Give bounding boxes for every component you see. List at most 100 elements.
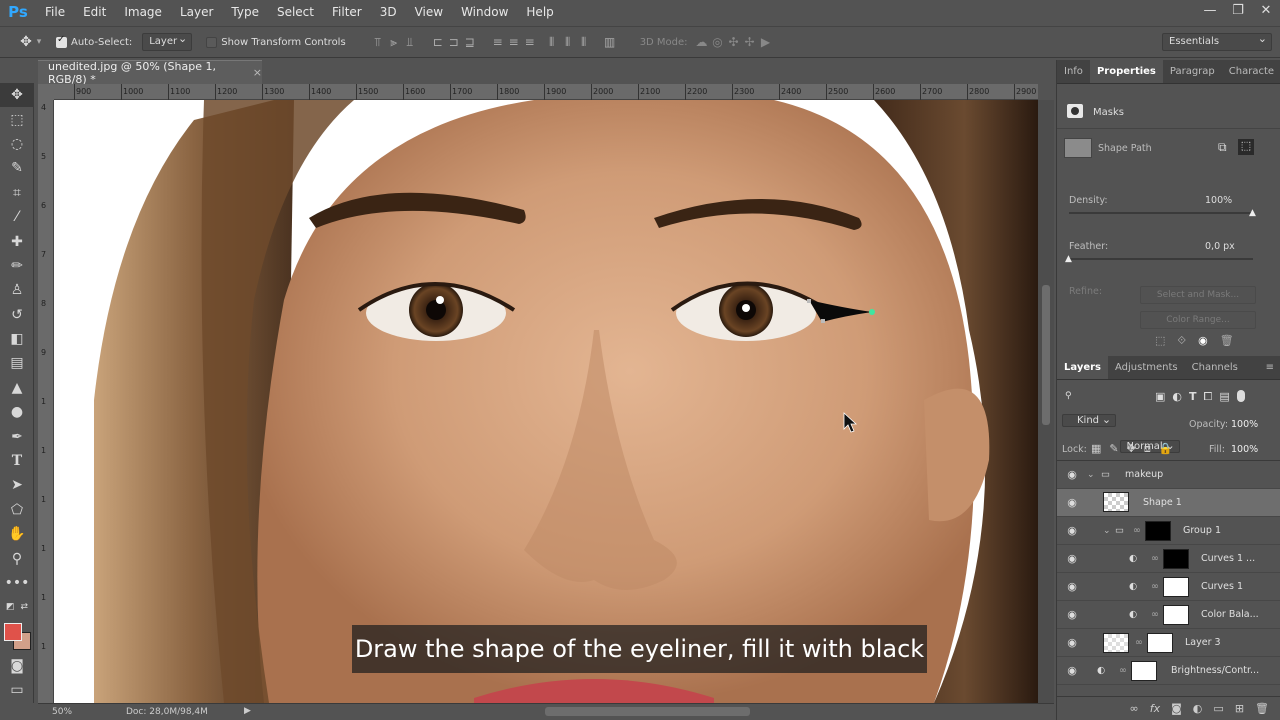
layer-visibility-icon[interactable]: ◉ [1065, 524, 1079, 537]
delete-mask-icon[interactable]: 🗑 [1220, 334, 1234, 348]
link-icon[interactable]: ∞ [1133, 525, 1141, 536]
layer-visibility-icon[interactable]: ◉ [1065, 552, 1079, 565]
close-tab-icon[interactable]: × [253, 66, 262, 79]
3d-camera-icon[interactable]: ▶ [758, 35, 774, 49]
filter-adjustment-icon[interactable]: ◐ [1172, 390, 1182, 404]
3d-pan-icon[interactable]: ✣ [726, 35, 742, 49]
menu-layer[interactable]: Layer [171, 0, 222, 24]
tab-adjustments[interactable]: Adjustments [1108, 356, 1185, 379]
density-slider-handle[interactable]: ▲ [1249, 208, 1256, 218]
document-canvas[interactable] [54, 100, 1038, 703]
group-expand-icon[interactable]: ⌄ [1103, 526, 1111, 536]
new-group-icon[interactable]: ▭ [1213, 702, 1223, 715]
auto-select-checkbox[interactable] [56, 34, 67, 48]
filter-pixel-icon[interactable]: ▣ [1155, 390, 1165, 404]
minimize-button[interactable]: — [1196, 0, 1224, 24]
feather-value[interactable]: 0,0 px [1205, 241, 1235, 252]
layer-mask-thumbnail[interactable] [1145, 521, 1171, 541]
layer-row-brightness-contrast[interactable]: ◉ ◐ ∞ Brightness/Contr... [1057, 657, 1280, 685]
healing-brush-tool-icon[interactable]: ✚ [0, 229, 34, 253]
tool-preset-chevron-icon[interactable]: ▾ [34, 35, 44, 49]
add-pixel-mask-icon[interactable]: ⧉ [1218, 140, 1227, 155]
mask-visibility-icon[interactable]: ◉ [1198, 334, 1208, 348]
layer-visibility-icon[interactable]: ◉ [1065, 608, 1079, 621]
zoom-level[interactable]: 50% [52, 707, 72, 717]
menu-help[interactable]: Help [517, 0, 562, 24]
auto-select-dropdown[interactable]: Layer [142, 31, 193, 51]
align-right-icon[interactable]: ⊒ [462, 35, 478, 49]
shape-tool-icon[interactable]: ⬠ [0, 498, 34, 522]
3d-slide-icon[interactable]: ✢ [742, 35, 758, 49]
quick-select-tool-icon[interactable]: ✎ [0, 156, 34, 180]
history-brush-tool-icon[interactable]: ↺ [0, 303, 34, 327]
hand-tool-icon[interactable]: ✋ [0, 522, 34, 546]
document-tab[interactable]: unedited.jpg @ 50% (Shape 1, RGB/8) * × [38, 60, 262, 86]
layer-mask-thumbnail[interactable] [1147, 633, 1173, 653]
density-slider-track[interactable] [1069, 212, 1253, 214]
menu-3d[interactable]: 3D [371, 0, 406, 24]
ruler-origin[interactable] [38, 84, 54, 100]
dodge-tool-icon[interactable]: ● [0, 400, 34, 424]
swap-colors-icon[interactable]: ◩ ⇄ [0, 595, 34, 619]
layer-row-color-balance[interactable]: ◉ ◐ ∞ Color Bala... [1057, 601, 1280, 629]
lock-all-icon[interactable]: 🔒 [1159, 442, 1173, 456]
lock-transparency-icon[interactable]: ▦ [1091, 442, 1101, 456]
eraser-tool-icon[interactable]: ◧ [0, 327, 34, 351]
filter-shape-icon[interactable]: ⧠ [1204, 390, 1213, 404]
filter-smart-object-icon[interactable]: ▤ [1219, 390, 1229, 404]
group-expand-icon[interactable]: ⌄ [1087, 470, 1095, 480]
zoom-tool-icon[interactable]: ⚲ [0, 546, 34, 570]
menu-window[interactable]: Window [452, 0, 517, 24]
blur-tool-icon[interactable]: ▲ [0, 376, 34, 400]
screen-mode-icon[interactable]: ▭ [0, 678, 34, 702]
eyedropper-tool-icon[interactable]: ⁄ [0, 205, 34, 229]
3d-roll-icon[interactable]: ◎ [710, 35, 726, 49]
type-tool-icon[interactable]: T [0, 449, 34, 473]
layer-visibility-icon[interactable]: ◉ [1065, 580, 1079, 593]
link-icon[interactable]: ∞ [1151, 581, 1159, 592]
link-icon[interactable]: ∞ [1119, 665, 1127, 676]
distribute-hcenter-icon[interactable]: ⦀ [560, 35, 576, 49]
layer-visibility-icon[interactable]: ◉ [1065, 468, 1079, 481]
vertical-scrollbar-thumb[interactable] [1042, 285, 1050, 425]
more-tools-icon[interactable]: ••• [0, 571, 34, 595]
distribute-left-icon[interactable]: ⦀ [544, 35, 560, 49]
density-value[interactable]: 100% [1205, 195, 1232, 206]
link-icon[interactable]: ∞ [1151, 553, 1159, 564]
new-layer-icon[interactable]: ⊞ [1235, 702, 1244, 715]
apply-mask-icon[interactable]: ⟐ [1177, 334, 1186, 348]
distribute-right-icon[interactable]: ⦀ [576, 35, 592, 49]
layer-mask-thumbnail[interactable] [1163, 577, 1189, 597]
fill-value[interactable]: 100% [1231, 444, 1258, 455]
layer-row-shape-1[interactable]: ◉ Shape 1 [1057, 489, 1280, 517]
tab-character[interactable]: Characte [1222, 60, 1280, 83]
lock-position-icon[interactable]: ✥ [1127, 442, 1136, 456]
feather-slider-handle[interactable]: ▲ [1065, 254, 1072, 264]
filter-type-icon[interactable]: T [1189, 390, 1197, 404]
distribute-top-icon[interactable]: ≡ [490, 35, 506, 49]
menu-type[interactable]: Type [222, 0, 268, 24]
quick-mask-icon[interactable]: ◙ [0, 654, 34, 678]
restore-button[interactable]: ❐ [1224, 0, 1252, 24]
clone-stamp-tool-icon[interactable]: ♙ [0, 278, 34, 302]
layers-panel-menu-icon[interactable]: ≡ [1259, 356, 1280, 379]
3d-orbit-icon[interactable]: ☁ [694, 35, 710, 49]
menu-filter[interactable]: Filter [323, 0, 371, 24]
load-selection-icon[interactable]: ⬚ [1155, 334, 1165, 348]
tab-info[interactable]: Info [1057, 60, 1090, 83]
lock-pixels-icon[interactable]: ✎ [1109, 442, 1118, 456]
layer-row-curves-1-copy[interactable]: ◉ ◐ ∞ Curves 1 ... [1057, 545, 1280, 573]
layer-filter-dropdown[interactable]: Kind [1062, 414, 1117, 427]
path-select-tool-icon[interactable]: ➤ [0, 473, 34, 497]
vertical-ruler[interactable]: 4 5 6 7 8 9 1 1 1 1 1 1 [38, 100, 54, 703]
auto-align-icon[interactable]: ▥ [602, 35, 618, 49]
menu-image[interactable]: Image [115, 0, 171, 24]
new-adjustment-icon[interactable]: ◐ [1193, 702, 1203, 715]
tab-layers[interactable]: Layers [1057, 356, 1108, 379]
layer-row-layer-3[interactable]: ◉ ∞ Layer 3 [1057, 629, 1280, 657]
opacity-value[interactable]: 100% [1231, 419, 1258, 430]
menu-select[interactable]: Select [268, 0, 323, 24]
layer-row-makeup[interactable]: ◉ ⌄ ▭ makeup [1057, 461, 1280, 489]
tab-channels[interactable]: Channels [1185, 356, 1245, 379]
link-layers-icon[interactable]: ∞ [1130, 702, 1139, 715]
